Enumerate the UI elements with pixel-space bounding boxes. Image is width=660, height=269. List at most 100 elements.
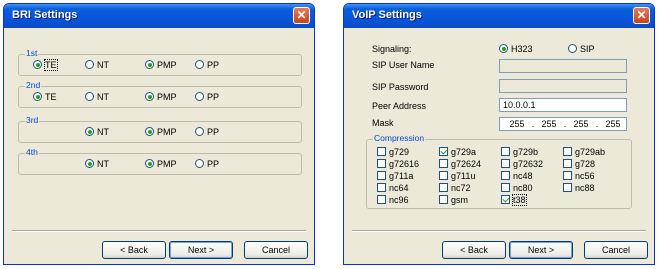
codec-checkbox-nc72[interactable]: nc72	[439, 182, 471, 193]
checkbox-icon	[439, 195, 448, 205]
mask-dot: .	[531, 119, 535, 129]
codec-checkbox-nc96[interactable]: nc96	[377, 194, 409, 205]
codec-label: g729b	[513, 146, 539, 157]
port-1st-label: 1st	[25, 48, 39, 58]
codec-label: nc48	[513, 170, 533, 181]
codec-checkbox-g72632[interactable]: g72632	[501, 158, 543, 169]
radio-icon	[85, 60, 94, 70]
port-4th-pmp-radio[interactable]: PMP	[145, 158, 177, 170]
divider	[12, 230, 306, 232]
codec-label: g729ab	[575, 146, 606, 157]
codec-checkbox-g711u[interactable]: g711u	[439, 170, 475, 181]
port-2nd-nt-radio[interactable]: NT	[85, 91, 109, 103]
port-2nd-te-radio[interactable]: TE	[33, 91, 57, 103]
codec-checkbox-g729[interactable]: g729	[377, 146, 409, 157]
port-1st-pmp-radio[interactable]: PMP	[145, 59, 177, 71]
radio-label: TE	[45, 91, 57, 102]
peer-address-label: Peer Address	[372, 101, 427, 111]
mask-octet-4: 255	[605, 119, 621, 129]
sip-password-label: SIP Password	[372, 82, 429, 92]
port-1st-nt-radio[interactable]: NT	[85, 59, 109, 71]
codec-label: t38	[512, 193, 527, 206]
close-icon[interactable]: ✕	[633, 7, 650, 24]
compression-group: Compression g729 g729a g729b g729ab g72616 g7…	[366, 133, 632, 209]
checkbox-icon	[563, 183, 572, 193]
bri-title: BRI Settings	[12, 9, 78, 21]
port-1st-group: 1st TE NT PMP PP	[18, 48, 302, 76]
codec-checkbox-t38[interactable]: t38	[501, 193, 527, 206]
codec-checkbox-g72616[interactable]: g72616	[377, 158, 419, 169]
codec-checkbox-g729a[interactable]: g729a	[439, 146, 476, 157]
port-4th-label: 4th	[25, 147, 39, 157]
next-button[interactable]: Next >	[509, 241, 573, 259]
checkbox-icon	[439, 159, 448, 169]
checkbox-icon	[377, 195, 386, 205]
checkbox-icon	[563, 159, 572, 169]
codec-checkbox-g711a[interactable]: g711a	[377, 170, 413, 181]
radio-label: PMP	[157, 158, 177, 169]
codec-label: g72632	[513, 158, 544, 169]
radio-icon	[195, 159, 204, 169]
back-button[interactable]: < Back	[442, 241, 506, 259]
port-1st-pp-radio[interactable]: PP	[195, 59, 219, 71]
radio-label: PMP	[157, 126, 177, 137]
codec-label: nc96	[389, 194, 409, 205]
radio-label: NT	[97, 126, 109, 137]
codec-label: gsm	[451, 194, 469, 205]
codec-label: nc80	[513, 182, 533, 193]
cancel-button[interactable]: Cancel	[584, 241, 648, 259]
close-icon[interactable]: ✕	[293, 7, 310, 24]
port-3rd-pmp-radio[interactable]: PMP	[145, 126, 177, 138]
port-2nd-pp-radio[interactable]: PP	[195, 91, 219, 103]
cancel-button[interactable]: Cancel	[244, 241, 308, 259]
port-4th-nt-radio[interactable]: NT	[85, 158, 109, 170]
codec-label: g711u	[451, 170, 476, 181]
mask-dot: .	[595, 119, 599, 129]
port-3rd-nt-radio[interactable]: NT	[85, 126, 109, 138]
port-4th-pp-radio[interactable]: PP	[195, 158, 219, 170]
codec-checkbox-gsm[interactable]: gsm	[439, 194, 468, 205]
sip-password-field[interactable]	[499, 79, 627, 93]
peer-address-field[interactable]: 10.0.0.1	[499, 98, 627, 112]
radio-selected-icon	[145, 159, 154, 169]
radio-selected-icon	[145, 92, 154, 102]
radio-label: PMP	[157, 59, 177, 70]
mask-octet-3: 255	[573, 119, 589, 129]
sip-user-field[interactable]	[499, 59, 627, 73]
checkbox-icon	[563, 147, 572, 157]
voip-title-bar[interactable]: VoIP Settings ✕	[344, 4, 654, 28]
radio-selected-icon	[85, 127, 94, 137]
codec-checkbox-nc48[interactable]: nc48	[501, 170, 533, 181]
signaling-h323-radio[interactable]: H323	[499, 43, 533, 55]
port-2nd-pmp-radio[interactable]: PMP	[145, 91, 177, 103]
codec-label: g72624	[451, 158, 482, 169]
codec-checkbox-g729ab[interactable]: g729ab	[563, 146, 605, 157]
next-button[interactable]: Next >	[169, 241, 233, 259]
port-3rd-pp-radio[interactable]: PP	[195, 126, 219, 138]
radio-icon	[195, 127, 204, 137]
codec-label: g72616	[389, 158, 420, 169]
codec-checkbox-nc88[interactable]: nc88	[563, 182, 595, 193]
radio-selected-icon	[145, 127, 154, 137]
port-1st-te-radio[interactable]: TE	[33, 58, 58, 71]
codec-checkbox-nc56[interactable]: nc56	[563, 170, 595, 181]
radio-label: NT	[97, 91, 109, 102]
codec-label: g728	[575, 158, 596, 169]
signaling-sip-radio[interactable]: SIP	[568, 43, 595, 55]
mask-field[interactable]: 255. 255. 255. 255	[499, 117, 627, 131]
codec-checkbox-nc64[interactable]: nc64	[377, 182, 409, 193]
codec-checkbox-g72624[interactable]: g72624	[439, 158, 481, 169]
radio-label: NT	[97, 59, 109, 70]
radio-label: SIP	[580, 43, 595, 54]
codec-checkbox-g729b[interactable]: g729b	[501, 146, 538, 157]
bri-title-bar[interactable]: BRI Settings ✕	[4, 4, 314, 28]
signaling-label: Signaling:	[372, 44, 412, 54]
checkbox-icon	[563, 171, 572, 181]
codec-label: g711a	[389, 170, 414, 181]
port-3rd-label: 3rd	[25, 115, 40, 125]
compression-label: Compression	[373, 133, 426, 143]
codec-checkbox-nc80[interactable]: nc80	[501, 182, 533, 193]
codec-checkbox-g728[interactable]: g728	[563, 158, 595, 169]
back-button[interactable]: < Back	[102, 241, 166, 259]
radio-label: PMP	[157, 91, 177, 102]
